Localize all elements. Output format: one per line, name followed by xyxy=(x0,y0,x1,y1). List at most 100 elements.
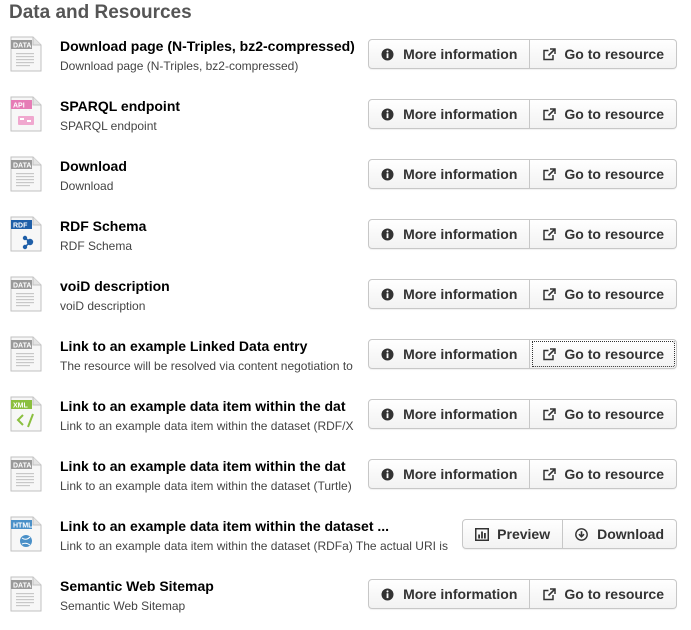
more-information-button[interactable]: More information xyxy=(368,39,531,69)
resource-title-link[interactable]: Link to an example data item within the … xyxy=(60,457,346,475)
go-to-resource-button[interactable]: Go to resource xyxy=(530,219,677,249)
info-icon xyxy=(381,588,394,601)
resource-actions: More information Go to resource xyxy=(368,459,677,489)
button-label: More information xyxy=(403,226,518,242)
more-information-button[interactable]: More information xyxy=(368,579,531,609)
resource-title-link[interactable]: SPARQL endpoint xyxy=(60,97,180,115)
preview-button[interactable]: Preview xyxy=(462,519,564,549)
resource-title-link[interactable]: voiD description xyxy=(60,277,170,295)
file-format-label: DATA xyxy=(13,462,31,469)
go-to-resource-button[interactable]: Go to resource xyxy=(530,39,677,69)
resource-description: The resource will be resolved via conten… xyxy=(60,359,353,373)
go-to-resource-button[interactable]: Go to resource xyxy=(530,339,677,369)
file-format-icon[interactable]: API xyxy=(10,96,42,132)
resource-actions: Preview Download xyxy=(462,519,677,549)
resource-actions: More information Go to resource xyxy=(368,39,677,69)
more-information-button[interactable]: More information xyxy=(368,99,531,129)
go-to-resource-button[interactable]: Go to resource xyxy=(530,159,677,189)
more-information-button[interactable]: More information xyxy=(368,399,531,429)
button-label: More information xyxy=(403,466,518,482)
resource-item: DATA Download Download More information Go t… xyxy=(0,150,691,210)
button-label: More information xyxy=(403,406,518,422)
external-link-icon xyxy=(542,587,557,601)
external-link-icon xyxy=(542,47,557,61)
resource-description: SPARQL endpoint xyxy=(60,119,157,133)
file-format-icon[interactable]: DATA xyxy=(10,456,42,492)
go-to-resource-button[interactable]: Go to resource xyxy=(530,399,677,429)
external-link-icon xyxy=(542,107,557,121)
resource-title-link[interactable]: Link to an example data item within the … xyxy=(60,397,346,415)
resource-actions: More information Go to resource xyxy=(368,99,677,129)
resource-title-link[interactable]: Download page (N-Triples, bz2-compressed… xyxy=(60,37,355,55)
button-label: More information xyxy=(403,286,518,302)
button-label: More information xyxy=(403,46,518,62)
resource-description: Semantic Web Sitemap xyxy=(60,599,186,613)
resource-item: API SPARQL endpoint SPARQL endpoint More in… xyxy=(0,90,691,150)
info-icon xyxy=(381,48,394,61)
file-format-label: DATA xyxy=(13,282,31,289)
external-link-icon xyxy=(542,407,557,421)
info-icon xyxy=(381,228,394,241)
resource-item: DATA Link to an example Linked Data entry… xyxy=(0,330,691,390)
download-button[interactable]: Download xyxy=(563,519,677,549)
bar-chart-icon xyxy=(475,527,490,541)
external-link-icon xyxy=(542,227,557,241)
file-format-icon[interactable]: DATA xyxy=(10,576,42,612)
resource-item: DATA Semantic Web Sitemap Semantic Web Sit… xyxy=(0,570,691,630)
more-information-button[interactable]: More information xyxy=(368,159,531,189)
go-to-resource-button[interactable]: Go to resource xyxy=(530,579,677,609)
resource-actions: More information Go to resource xyxy=(368,339,677,369)
more-information-button[interactable]: More information xyxy=(368,219,531,249)
info-icon xyxy=(381,288,394,301)
resource-description: Download page (N-Triples, bz2-compressed… xyxy=(60,59,299,73)
info-icon xyxy=(381,108,394,121)
file-format-label: DATA xyxy=(13,582,31,589)
resource-item: RDF RDF Schema RDF Schema More information G… xyxy=(0,210,691,270)
button-label: Go to resource xyxy=(564,466,664,482)
resource-title-link[interactable]: RDF Schema xyxy=(60,217,146,235)
file-format-icon[interactable]: DATA xyxy=(10,276,42,312)
resource-description: Link to an example data item within the … xyxy=(60,539,448,553)
resource-title-link[interactable]: Download xyxy=(60,157,127,175)
file-format-label: DATA xyxy=(13,342,31,349)
file-format-label: HTML xyxy=(13,522,33,529)
go-to-resource-button[interactable]: Go to resource xyxy=(530,459,677,489)
more-information-button[interactable]: More information xyxy=(368,339,531,369)
button-label: More information xyxy=(403,586,518,602)
button-label: Go to resource xyxy=(564,166,664,182)
button-label: Go to resource xyxy=(564,286,664,302)
resource-item: XML Link to an example data item within t… xyxy=(0,390,691,450)
external-link-icon xyxy=(542,347,557,361)
button-label: Go to resource xyxy=(564,586,664,602)
resource-actions: More information Go to resource xyxy=(368,399,677,429)
file-format-icon[interactable]: HTML xyxy=(10,516,42,552)
go-to-resource-button[interactable]: Go to resource xyxy=(530,279,677,309)
button-label: Go to resource xyxy=(564,226,664,242)
file-format-label: API xyxy=(13,102,25,109)
resource-actions: More information Go to resource xyxy=(368,219,677,249)
resource-title-link[interactable]: Semantic Web Sitemap xyxy=(60,577,214,595)
info-icon xyxy=(381,168,394,181)
resource-title-link[interactable]: Link to an example Linked Data entry xyxy=(60,337,307,355)
file-format-icon[interactable]: RDF xyxy=(10,216,42,252)
more-information-button[interactable]: More information xyxy=(368,279,531,309)
file-format-icon[interactable]: DATA xyxy=(10,156,42,192)
info-icon xyxy=(381,348,394,361)
button-label: Go to resource xyxy=(564,46,664,62)
file-format-label: XML xyxy=(13,402,29,409)
more-information-button[interactable]: More information xyxy=(368,459,531,489)
file-format-icon[interactable]: DATA xyxy=(10,336,42,372)
resource-title-link[interactable]: Link to an example data item within the … xyxy=(60,517,389,535)
resource-actions: More information Go to resource xyxy=(368,579,677,609)
resource-actions: More information Go to resource xyxy=(368,159,677,189)
resource-item: DATA Download page (N-Triples, bz2-compre… xyxy=(0,30,691,90)
resource-actions: More information Go to resource xyxy=(368,279,677,309)
external-link-icon xyxy=(542,467,557,481)
file-format-icon[interactable]: XML xyxy=(10,396,42,432)
resource-item: HTML Link to an example data item within … xyxy=(0,510,691,570)
resource-description: Link to an example data item within the … xyxy=(60,419,354,433)
button-label: Download xyxy=(597,526,664,542)
go-to-resource-button[interactable]: Go to resource xyxy=(530,99,677,129)
button-label: Preview xyxy=(497,526,551,542)
file-format-icon[interactable]: DATA xyxy=(10,36,42,72)
